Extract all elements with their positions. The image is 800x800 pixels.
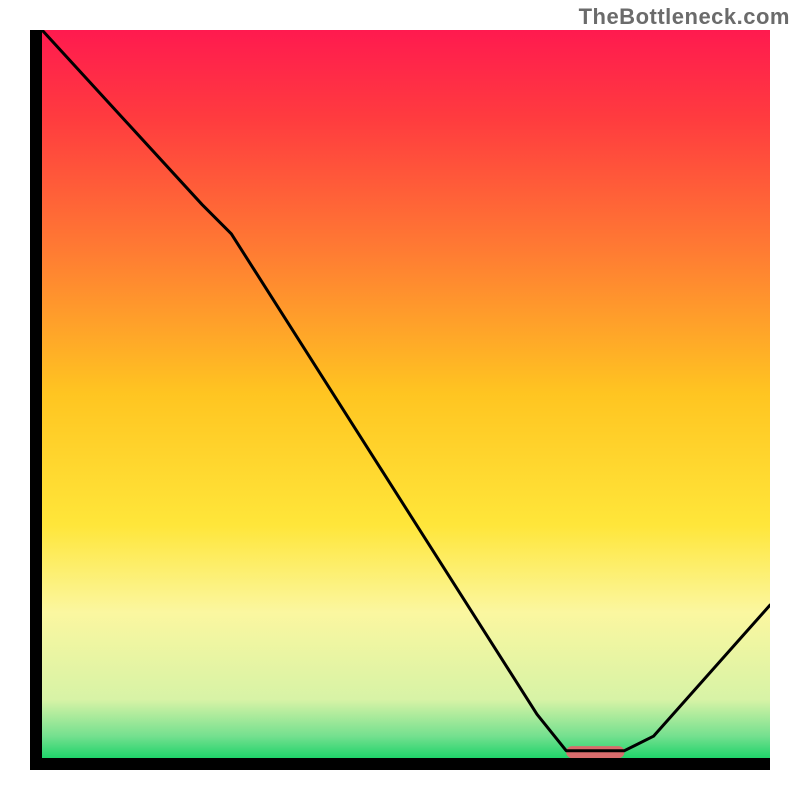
watermark-label: TheBottleneck.com <box>579 4 790 30</box>
chart-svg <box>30 30 770 770</box>
bottleneck-curve-chart <box>30 30 770 770</box>
chart-container: TheBottleneck.com <box>0 0 800 800</box>
